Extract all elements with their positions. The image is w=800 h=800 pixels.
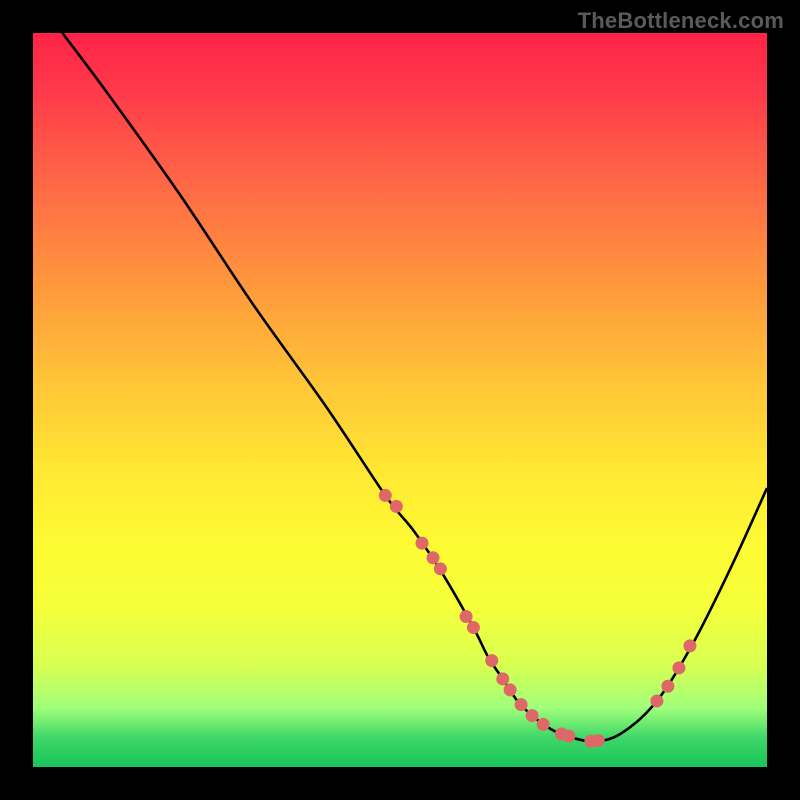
marker-dot bbox=[504, 683, 517, 696]
marker-dot bbox=[496, 672, 509, 685]
marker-dot bbox=[467, 621, 480, 634]
marker-dot bbox=[434, 562, 447, 575]
marker-dot bbox=[537, 718, 550, 731]
marker-dot bbox=[390, 500, 403, 513]
marker-dot bbox=[592, 734, 605, 747]
marker-dot bbox=[526, 709, 539, 722]
marker-dot bbox=[485, 654, 498, 667]
marker-dot bbox=[427, 551, 440, 564]
chart-svg bbox=[33, 33, 767, 767]
marker-dot bbox=[650, 694, 663, 707]
marker-dot bbox=[683, 639, 696, 652]
chart-container: TheBottleneck.com bbox=[0, 0, 800, 800]
marker-dot bbox=[460, 610, 473, 623]
watermark-text: TheBottleneck.com bbox=[578, 8, 784, 34]
marker-dot bbox=[379, 489, 392, 502]
curve-line bbox=[62, 33, 767, 741]
marker-dot bbox=[672, 661, 685, 674]
marker-dot bbox=[416, 537, 429, 550]
marker-dot bbox=[515, 698, 528, 711]
marker-dot bbox=[562, 730, 575, 743]
marker-dot bbox=[661, 680, 674, 693]
